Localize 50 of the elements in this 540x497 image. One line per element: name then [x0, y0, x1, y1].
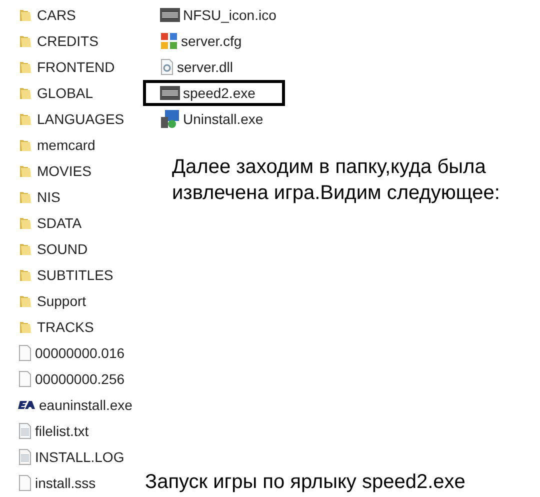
file-name[interactable]: GLOBAL	[37, 82, 94, 104]
text-file-icon	[18, 449, 32, 465]
file-name[interactable]: speed2.exe	[183, 82, 256, 104]
folder-icon	[18, 267, 34, 283]
file-name[interactable]: memcard	[37, 134, 96, 156]
file-name[interactable]: CARS	[37, 4, 76, 26]
file-name[interactable]: SOUND	[37, 238, 88, 260]
folder-icon	[18, 319, 34, 335]
file-name[interactable]: 00000000.016	[35, 342, 125, 364]
folder-icon	[18, 241, 34, 257]
folder-icon	[18, 59, 34, 75]
file-name[interactable]: NFSU_icon.ico	[183, 4, 276, 26]
file-name[interactable]: SUBTITLES	[37, 264, 114, 286]
file-name[interactable]: 00000000.256	[35, 368, 125, 390]
config-file-icon	[160, 32, 178, 50]
folder-icon	[18, 215, 34, 231]
folder-icon	[18, 85, 34, 101]
folder-icon	[18, 33, 34, 49]
installer-icon	[160, 109, 180, 129]
text-file-icon	[18, 423, 32, 439]
file-name[interactable]: Support	[37, 290, 86, 312]
file-name[interactable]: SDATA	[37, 212, 82, 234]
file-name[interactable]: CREDITS	[37, 30, 98, 52]
file-name[interactable]: TRACKS	[37, 316, 94, 338]
caption: Далее заходим в папку,куда была извлечена игра.Видим следующее:	[172, 155, 501, 206]
file-icon	[18, 475, 32, 491]
folder-icon	[18, 137, 34, 153]
game-logo-icon	[160, 8, 180, 22]
file-name[interactable]: FRONTEND	[37, 56, 115, 78]
file-name[interactable]: install.sss	[35, 472, 96, 494]
file-name[interactable]: filelist.txt	[35, 420, 89, 442]
file-name[interactable]: Uninstall.exe	[183, 108, 264, 130]
folder-icon	[18, 111, 34, 127]
gear-file-icon	[160, 59, 174, 75]
file-icon	[18, 371, 32, 387]
folder-icon	[18, 189, 34, 205]
folder-icon	[18, 7, 34, 23]
file-name[interactable]: NIS	[37, 186, 60, 208]
file-name[interactable]: MOVIES	[37, 160, 92, 182]
file-name[interactable]: server.dll	[177, 56, 234, 78]
ea-logo-icon	[18, 400, 36, 410]
footer-caption: Запуск игры по ярлыку speed2.exe	[145, 470, 466, 495]
file-name[interactable]: INSTALL.LOG	[35, 446, 124, 468]
folder-icon	[18, 293, 34, 309]
game-logo-icon	[160, 86, 180, 100]
file-icon	[18, 345, 32, 361]
folder-icon	[18, 163, 34, 179]
file-name[interactable]: server.cfg	[181, 30, 242, 52]
file-name[interactable]: eauninstall.exe	[39, 394, 132, 416]
file-name[interactable]: LANGUAGES	[37, 108, 124, 130]
